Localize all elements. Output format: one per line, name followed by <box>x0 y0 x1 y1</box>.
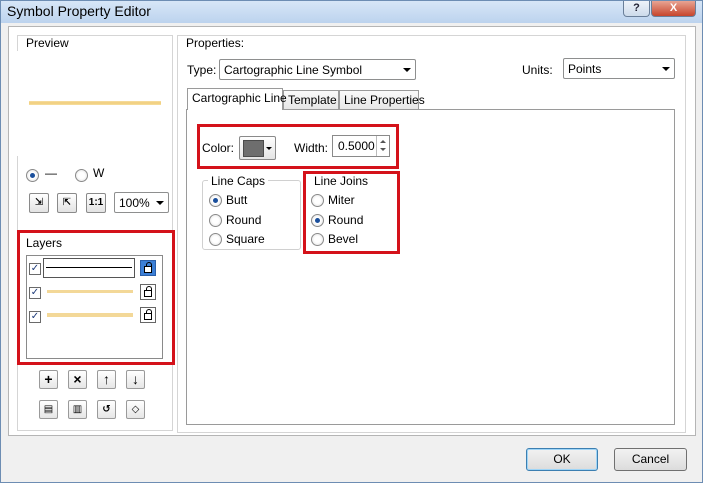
join-bevel-radio[interactable] <box>311 233 324 246</box>
tab-cartographic-line[interactable]: Cartographic Line <box>187 88 287 110</box>
tab-line-properties[interactable]: Line Properties <box>339 90 425 109</box>
copy-icon[interactable]: ▤ <box>39 400 58 419</box>
join-round-radio[interactable] <box>311 214 324 227</box>
cap-butt-radio[interactable] <box>209 194 222 207</box>
close-button[interactable]: X <box>651 1 696 17</box>
spin-up-icon[interactable] <box>380 140 386 143</box>
zoom-select[interactable]: 100% <box>114 192 169 213</box>
width-label: Width: <box>294 141 329 155</box>
cap-butt-label: Butt <box>226 193 248 207</box>
help-button[interactable]: ? <box>623 1 650 17</box>
chevron-down-icon <box>662 67 670 71</box>
color-swatch <box>243 140 264 157</box>
zoom-out-icon[interactable]: ⇱ <box>57 193 77 213</box>
line-style-solid-label: — <box>45 166 57 180</box>
layer-3-lock-icon[interactable] <box>140 307 156 323</box>
cap-round-label: Round <box>226 213 262 227</box>
tab-template[interactable]: Template <box>283 90 339 109</box>
width-spinner[interactable]: 0.5000 <box>332 135 390 157</box>
move-up-icon[interactable]: ↑ <box>97 370 116 389</box>
move-down-icon[interactable]: ↓ <box>126 370 145 389</box>
layer-1-checkbox[interactable]: ✓ <box>29 263 41 275</box>
remove-layer-icon[interactable]: × <box>68 370 87 389</box>
add-layer-icon[interactable]: + <box>39 370 58 389</box>
spin-down-icon[interactable] <box>380 148 386 151</box>
line-style-zigzag-radio[interactable] <box>75 169 88 182</box>
tag-icon[interactable]: ◇ <box>126 400 145 419</box>
color-label: Color: <box>202 141 235 155</box>
layer-2-checkbox[interactable]: ✓ <box>29 287 41 299</box>
cap-round-radio[interactable] <box>209 214 222 227</box>
chevron-down-icon <box>266 147 272 150</box>
type-select[interactable]: Cartographic Line Symbol <box>219 59 416 80</box>
preview-label: Preview <box>23 36 72 50</box>
layers-label: Layers <box>23 236 66 250</box>
layer-1-lock-icon[interactable] <box>140 260 156 276</box>
symbol-property-editor-window: Symbol Property Editor ? X Preview — W ⇲… <box>0 0 703 483</box>
units-value: Points <box>568 62 602 76</box>
preview-line-symbol <box>29 101 161 105</box>
paste-icon[interactable]: ▥ <box>68 400 87 419</box>
type-value: Cartographic Line Symbol <box>224 63 363 77</box>
line-style-zigzag-label: W <box>93 166 105 180</box>
zoom-in-icon[interactable]: ⇲ <box>29 193 49 213</box>
zoom-value: 100% <box>119 196 150 210</box>
join-bevel-label: Bevel <box>328 232 359 246</box>
line-caps-label: Line Caps <box>208 174 269 188</box>
cap-square-label: Square <box>226 232 265 246</box>
color-picker-button[interactable] <box>239 136 276 160</box>
type-label: Type: <box>187 63 217 77</box>
cancel-button[interactable]: Cancel <box>614 448 687 471</box>
width-value: 0.5000 <box>338 139 375 153</box>
layer-3-swatch[interactable] <box>47 313 133 317</box>
one-to-one-icon[interactable]: 1:1 <box>86 193 106 213</box>
width-spin-buttons[interactable] <box>376 136 389 156</box>
reset-icon[interactable]: ↺ <box>97 400 116 419</box>
join-miter-label: Miter <box>328 193 355 207</box>
window-title: Symbol Property Editor <box>7 3 151 19</box>
layer-3-checkbox[interactable]: ✓ <box>29 311 41 323</box>
properties-label: Properties: <box>183 36 248 50</box>
units-label: Units: <box>522 63 553 77</box>
ok-button[interactable]: OK <box>526 448 598 471</box>
join-round-label: Round <box>328 213 364 227</box>
layer-2-swatch[interactable] <box>47 290 133 293</box>
join-miter-radio[interactable] <box>311 194 324 207</box>
layer-2-lock-icon[interactable] <box>140 284 156 300</box>
chevron-down-icon <box>403 68 411 72</box>
line-joins-label: Line Joins <box>311 174 372 188</box>
cap-square-radio[interactable] <box>209 233 222 246</box>
title-bar: Symbol Property Editor ? X <box>1 1 702 23</box>
layer-1-swatch[interactable] <box>43 258 135 278</box>
chevron-down-icon <box>156 201 164 205</box>
units-select[interactable]: Points <box>563 58 675 79</box>
line-style-solid-radio[interactable] <box>26 169 39 182</box>
